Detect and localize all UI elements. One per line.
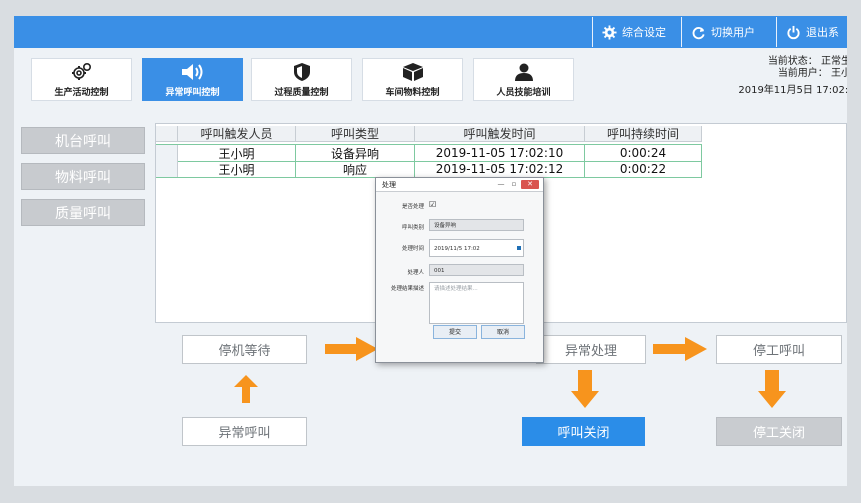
box-icon <box>401 62 425 82</box>
cell-trigger-time: 2019-11-05 17:02:12 <box>415 161 585 177</box>
settings-label: 综合设定 <box>622 26 666 39</box>
flow-stop-call: 停工呼叫 <box>716 335 842 364</box>
exit-label: 退出系 <box>806 26 839 39</box>
arrow-up-icon <box>234 375 258 403</box>
switch-user-label: 切换用户 <box>711 26 755 39</box>
submit-button[interactable]: 提交 <box>433 325 477 339</box>
sidebar-item-material-call[interactable]: 物料呼叫 <box>21 163 145 190</box>
nav-workshop-material-control[interactable]: 车间物料控制 <box>362 58 463 101</box>
maximize-icon[interactable]: ▫ <box>508 180 520 189</box>
refresh-icon <box>690 24 706 40</box>
settings-button[interactable]: 综合设定 <box>592 17 681 47</box>
dialog-title: 处理 <box>382 181 396 189</box>
cell-duration: 0:00:24 <box>585 145 702 161</box>
arrow-down-icon <box>571 370 599 408</box>
col-header-duration[interactable]: 呼叫持续时间 <box>585 126 702 142</box>
sidebar-item-machine-call[interactable]: 机台呼叫 <box>21 127 145 154</box>
close-icon[interactable]: ✕ <box>521 180 539 189</box>
sidebar-item-label: 质量呼叫 <box>55 205 111 222</box>
flow-abnormal-handle: 异常处理 <box>536 335 646 364</box>
flow-stop-close: 停工关闭 <box>716 417 842 446</box>
nav-tile-label: 异常呼叫控制 <box>165 87 220 98</box>
row-header <box>156 161 178 177</box>
handler-field[interactable]: 001 <box>429 264 524 276</box>
exit-button[interactable]: 退出系 <box>776 17 847 47</box>
power-icon <box>785 24 801 40</box>
cell-call-type: 响应 <box>296 161 415 177</box>
status-user: 当前用户： 王小明 <box>777 68 847 79</box>
gear-icon <box>601 24 617 40</box>
col-header-trigger-person[interactable]: 呼叫触发人员 <box>178 126 296 142</box>
dialog-title-bar: 处理 — ▫ ✕ <box>376 178 543 192</box>
time-picker[interactable]: 2019/11/5 17:02 <box>429 239 524 257</box>
cell-call-type: 设备异响 <box>296 145 415 161</box>
switch-user-button[interactable]: 切换用户 <box>681 17 776 47</box>
handled-checkbox[interactable]: ☑ <box>429 200 436 209</box>
row-header <box>156 145 178 161</box>
arrow-down-icon <box>758 370 786 408</box>
cell-trigger-time: 2019-11-05 17:02:10 <box>415 145 585 161</box>
shield-icon <box>292 62 312 82</box>
table-row[interactable]: 王小明 设备异响 2019-11-05 17:02:10 0:00:24 <box>156 144 702 162</box>
flow-stop-wait: 停机等待 <box>182 335 307 364</box>
app-window: 综合设定 切换用户 退出系 生产活动控制 异常呼叫控制 过程质量控制 车间物料控… <box>14 16 847 486</box>
category-field[interactable]: 设备异响 <box>429 219 524 231</box>
nav-tile-label: 过程质量控制 <box>274 87 329 98</box>
row-header-corner <box>156 126 178 142</box>
gears-icon <box>71 62 93 82</box>
arrow-right-icon <box>653 337 707 361</box>
sidebar-item-label: 机台呼叫 <box>55 133 111 150</box>
nav-abnormal-call-control[interactable]: 异常呼叫控制 <box>142 58 243 101</box>
nav-staff-skill-training[interactable]: 人员技能培训 <box>473 58 574 101</box>
nav-process-quality-control[interactable]: 过程质量控制 <box>251 58 352 101</box>
arrow-right-icon <box>325 337 378 361</box>
col-header-call-type[interactable]: 呼叫类型 <box>296 126 415 142</box>
flow-call-close[interactable]: 呼叫关闭 <box>522 417 645 446</box>
time-value: 2019/11/5 17:02 <box>434 246 480 252</box>
minimize-icon[interactable]: — <box>495 180 507 189</box>
result-label: 处理结果描述 <box>390 286 424 292</box>
table-row[interactable]: 王小明 响应 2019-11-05 17:02:12 0:00:22 <box>156 161 702 178</box>
status-datetime: 2019年11月5日 17:02:34 <box>738 85 847 96</box>
table-header-row: 呼叫触发人员 呼叫类型 呼叫触发时间 呼叫持续时间 <box>156 126 702 142</box>
col-header-trigger-time[interactable]: 呼叫触发时间 <box>415 126 585 142</box>
handler-label: 处理人 <box>407 270 424 276</box>
speaker-icon <box>180 62 206 82</box>
cell-trigger-person: 王小明 <box>178 145 296 161</box>
flow-abnormal-call: 异常呼叫 <box>182 417 307 446</box>
time-label: 处理时间 <box>401 246 424 252</box>
status-panel: 当前状态： 正常生产 当前用户： 王小明 2019年11月5日 17:02:34 <box>721 56 847 97</box>
nav-production-control[interactable]: 生产活动控制 <box>31 58 132 101</box>
nav-tile-label: 车间物料控制 <box>385 87 440 98</box>
cancel-button[interactable]: 取消 <box>481 325 525 339</box>
cell-trigger-person: 王小明 <box>178 161 296 177</box>
result-textarea[interactable]: 请描述处理结果... <box>429 282 524 324</box>
sidebar-item-label: 物料呼叫 <box>55 169 111 186</box>
person-icon <box>513 62 535 82</box>
handled-label: 是否处理 <box>401 204 424 210</box>
calendar-icon[interactable] <box>517 246 521 250</box>
handle-dialog: 处理 — ▫ ✕ 是否处理 ☑ 呼叫类别 设备异响 处理时间 2019/11/5… <box>375 177 544 363</box>
status-state: 当前状态： 正常生产 <box>767 56 847 67</box>
top-bar: 综合设定 切换用户 退出系 <box>14 16 847 48</box>
sidebar-item-quality-call[interactable]: 质量呼叫 <box>21 199 145 226</box>
nav-tile-label: 生产活动控制 <box>54 87 109 98</box>
nav-tile-label: 人员技能培训 <box>496 87 551 98</box>
cell-duration: 0:00:22 <box>585 161 702 177</box>
category-label: 呼叫类别 <box>401 225 424 231</box>
